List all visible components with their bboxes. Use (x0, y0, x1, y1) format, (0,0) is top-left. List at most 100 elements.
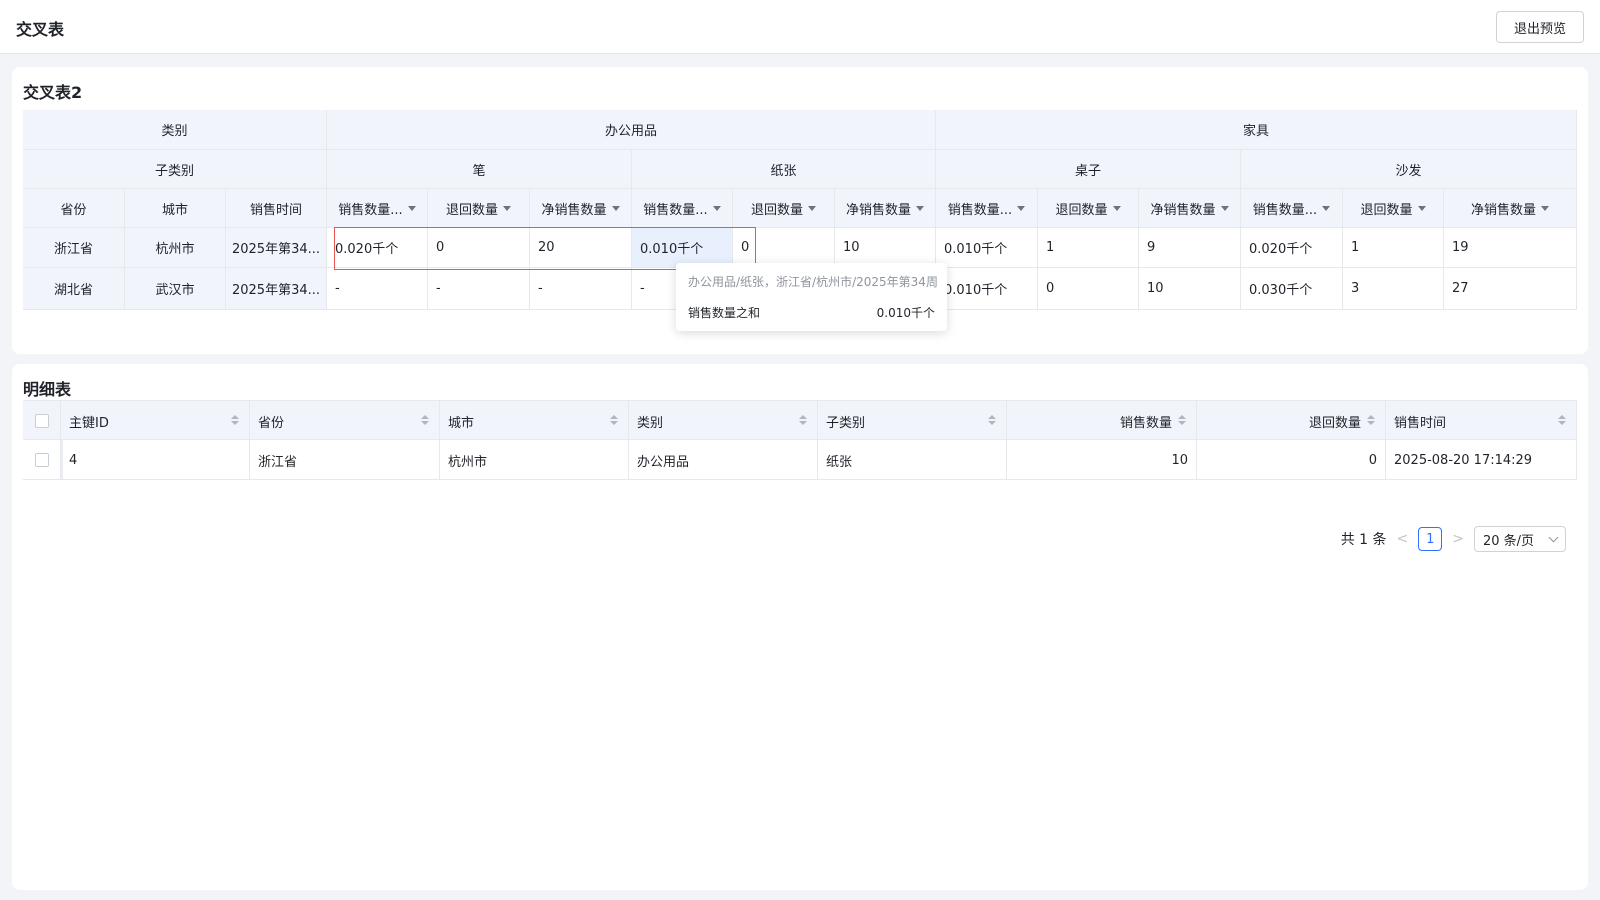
sort-icon[interactable] (421, 415, 429, 427)
row-dim-province: 省份 (23, 189, 125, 228)
page-number-button[interactable]: 1 (1418, 527, 1443, 551)
measure-header[interactable]: 销售数量... (1241, 189, 1343, 228)
row-select-cell (23, 440, 61, 480)
caret-down-icon[interactable] (1417, 205, 1426, 211)
measure-header[interactable]: 净销售数量 (530, 189, 632, 228)
row-city: 杭州市 (125, 228, 226, 268)
column-header[interactable]: 销售数量 (1007, 401, 1197, 441)
column-header-label: 销售时间 (1394, 415, 1447, 431)
measure-header[interactable]: 退回数量 (1038, 189, 1139, 228)
category-header-furniture: 家具 (936, 110, 1577, 150)
data-cell[interactable]: 3 (1343, 268, 1444, 310)
sort-icon[interactable] (610, 415, 618, 427)
row-time-text: 2025年第34... (231, 242, 321, 257)
measure-label: 净销售数量 (1470, 202, 1536, 218)
data-cell[interactable]: 0.010千个 (936, 268, 1038, 310)
column-header[interactable]: 类别 (629, 401, 818, 441)
page-size-select[interactable]: 20 条/页 (1474, 526, 1566, 552)
measure-header[interactable]: 销售数量... (936, 189, 1038, 228)
column-header-label: 退回数量 (1308, 415, 1361, 431)
table-cell: 杭州市 (440, 440, 629, 480)
caret-down-icon[interactable] (407, 205, 416, 211)
column-header[interactable]: 子类别 (818, 401, 1007, 441)
column-header-label: 子类别 (826, 415, 866, 431)
caret-down-icon[interactable] (611, 205, 620, 211)
measure-header[interactable]: 销售数量... (632, 189, 733, 228)
measure-label: 退回数量 (750, 202, 803, 218)
data-cell[interactable]: - (428, 268, 530, 310)
measure-header[interactable]: 退回数量 (733, 189, 835, 228)
tooltip-value: 0.010千个 (876, 306, 935, 320)
column-header[interactable]: 主键ID (61, 401, 250, 441)
data-cell[interactable]: 9 (1139, 228, 1241, 268)
tooltip-label: 销售数量之和 (688, 306, 761, 320)
data-cell[interactable]: 10 (1139, 268, 1241, 310)
measure-header[interactable]: 净销售数量 (1139, 189, 1241, 228)
data-cell[interactable]: 0.010千个 (936, 228, 1038, 268)
exit-preview-button[interactable]: 退出预览 (1496, 11, 1584, 43)
measure-label: 销售数量... (947, 202, 1013, 218)
detail-table-title: 明细表 (23, 380, 72, 399)
measure-label: 销售数量... (643, 202, 708, 218)
tooltip-title: 办公用品/纸张，浙江省/杭州市/2025年第34周 (688, 275, 938, 289)
caret-down-icon[interactable] (916, 205, 924, 211)
caret-down-icon[interactable] (1112, 205, 1121, 211)
page-title: 交叉表 (16, 20, 65, 39)
data-cell[interactable]: 1 (1343, 228, 1444, 268)
table-cell: 纸张 (818, 440, 1007, 480)
data-cell[interactable]: 0.020千个 (1241, 228, 1343, 268)
measure-label: 销售数量... (338, 202, 403, 218)
subcategory-header-label: 子类别 (23, 150, 327, 189)
sort-icon[interactable] (1558, 415, 1566, 427)
row-time: 2025年第34... (226, 268, 327, 310)
sort-icon[interactable] (988, 415, 996, 427)
pagination: 共 1 条 < 1 > 20 条/页 (1341, 526, 1566, 552)
data-cell[interactable]: - (327, 268, 428, 310)
column-header-label: 类别 (637, 415, 664, 431)
data-cell[interactable]: 0.030千个 (1241, 268, 1343, 310)
row-province: 浙江省 (23, 228, 125, 268)
caret-down-icon[interactable] (712, 205, 721, 211)
page-size-value: 20 条/页 (1483, 533, 1535, 549)
data-cell[interactable]: 0 (1038, 268, 1139, 310)
caret-down-icon[interactable] (503, 205, 511, 211)
detail-table-card: 明细表 主键ID 省份 城市 类别 子类别 销售数量 退回数量 销售时间 4 浙… (12, 364, 1588, 890)
select-all-checkbox[interactable] (34, 414, 49, 428)
row-time: 2025年第34... (226, 228, 327, 268)
sort-icon[interactable] (1367, 415, 1375, 427)
caret-down-icon[interactable] (1322, 205, 1331, 211)
column-header-label: 销售数量 (1119, 415, 1172, 431)
measure-label: 净销售数量 (1150, 202, 1216, 218)
measure-header[interactable]: 销售数量... (327, 189, 428, 228)
caret-down-icon[interactable] (1220, 205, 1229, 211)
sort-icon[interactable] (231, 415, 239, 427)
column-header[interactable]: 省份 (250, 401, 440, 441)
data-cell[interactable]: 1 (1038, 228, 1139, 268)
prev-page-icon[interactable]: < (1397, 531, 1409, 547)
row-city: 武汉市 (125, 268, 226, 310)
caret-down-icon[interactable] (1017, 205, 1026, 211)
subcategory-header-sofa: 沙发 (1241, 150, 1577, 189)
measure-header[interactable]: 净销售数量 (835, 189, 936, 228)
column-header-label: 主键ID (69, 415, 109, 431)
table-cell: 4 (61, 440, 250, 480)
data-cell[interactable]: 27 (1444, 268, 1577, 310)
measure-header[interactable]: 净销售数量 (1444, 189, 1577, 228)
data-cell[interactable]: - (530, 268, 632, 310)
column-header[interactable]: 城市 (440, 401, 629, 441)
sort-icon[interactable] (1178, 415, 1186, 427)
next-page-icon[interactable]: > (1452, 531, 1464, 547)
data-cell[interactable]: 10 (835, 228, 936, 268)
measure-header[interactable]: 退回数量 (428, 189, 530, 228)
column-header[interactable]: 退回数量 (1197, 401, 1386, 441)
caret-down-icon[interactable] (1541, 205, 1549, 211)
measure-header[interactable]: 退回数量 (1343, 189, 1444, 228)
column-header[interactable]: 销售时间 (1386, 401, 1577, 441)
row-checkbox[interactable] (34, 453, 49, 467)
top-bar: 交叉表 退出预览 (0, 0, 1600, 54)
table-row[interactable]: 4 浙江省 杭州市 办公用品 纸张 10 0 2025-08-20 17:14:… (23, 440, 1577, 480)
sort-icon[interactable] (799, 415, 807, 427)
measure-label: 净销售数量 (541, 202, 607, 218)
data-cell[interactable]: 19 (1444, 228, 1577, 268)
caret-down-icon[interactable] (808, 205, 816, 211)
